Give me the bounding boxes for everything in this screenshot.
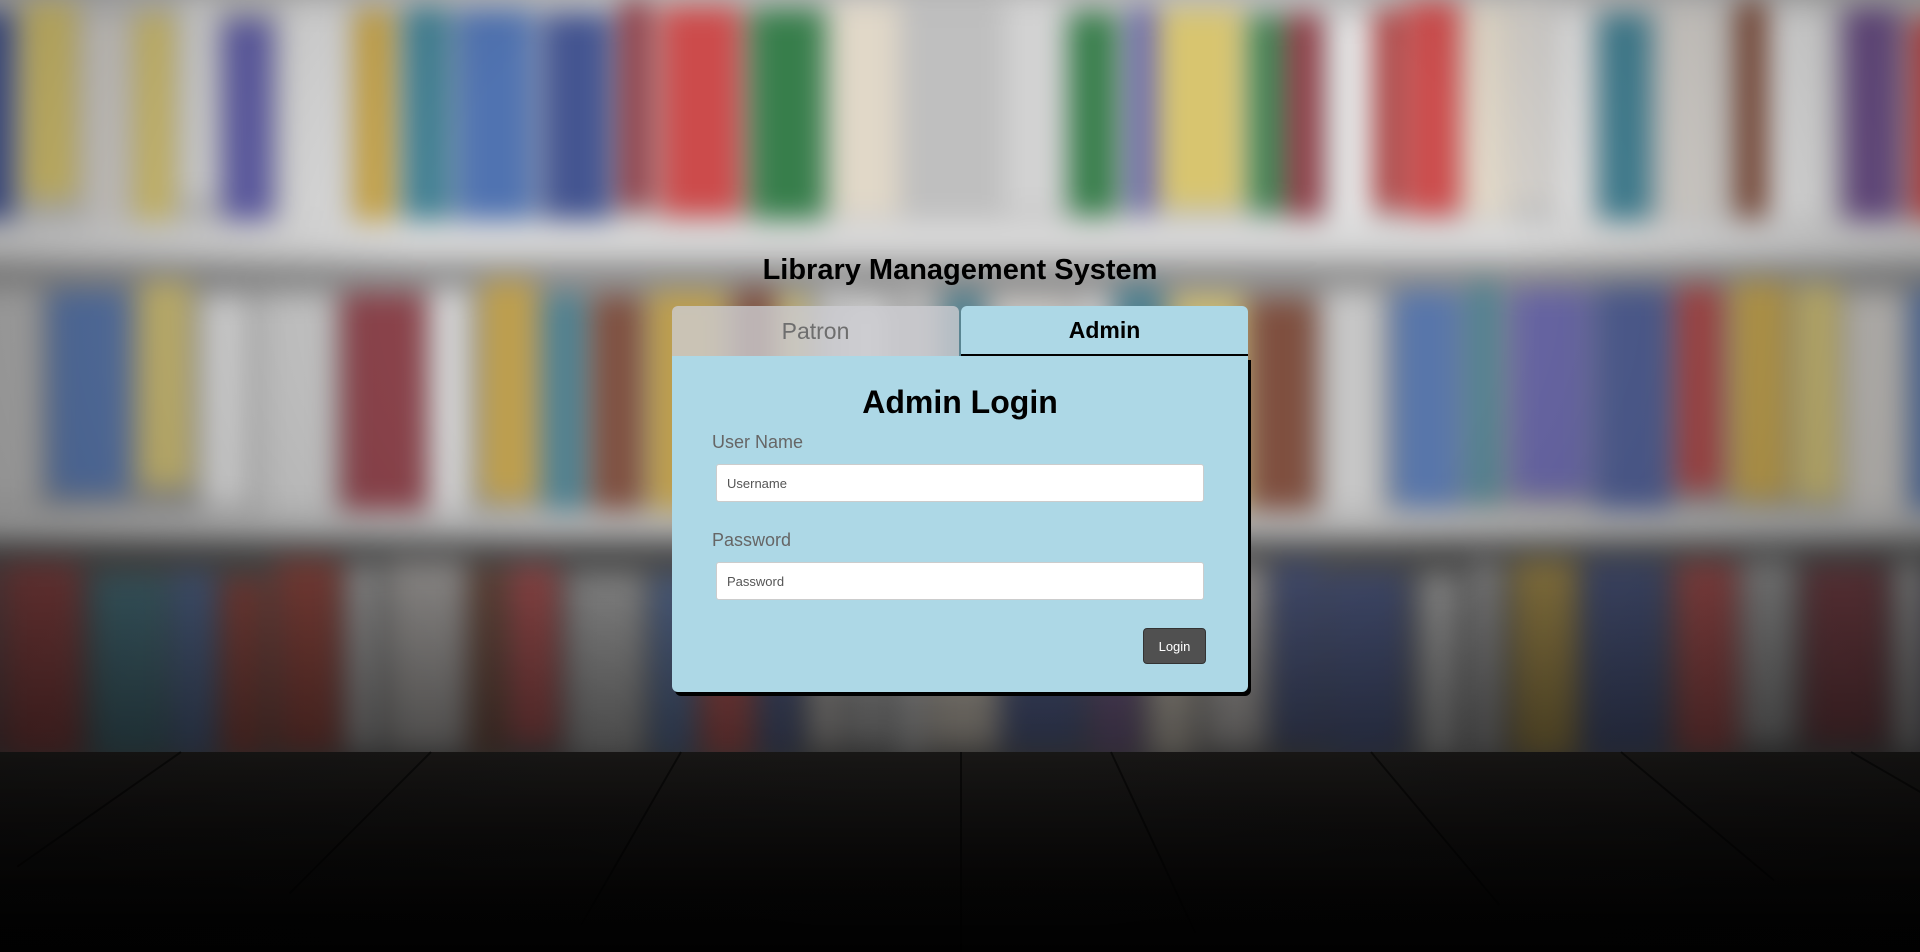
tab-admin[interactable]: Admin — [961, 306, 1248, 356]
username-input[interactable] — [716, 464, 1204, 502]
login-tabs: Patron Admin — [672, 306, 1248, 356]
password-input[interactable] — [716, 562, 1204, 600]
username-label: User Name — [712, 432, 804, 452]
form-heading: Admin Login — [862, 384, 1058, 420]
password-label: Password — [712, 530, 792, 550]
page-title: Library Management System — [762, 254, 1158, 286]
admin-login-form: Admin Login User Name Password Login — [672, 356, 1248, 692]
login-button[interactable]: Login — [1143, 628, 1206, 664]
tab-patron[interactable]: Patron — [672, 306, 959, 356]
login-panel: Patron Admin Admin Login User Name Passw… — [672, 306, 1248, 692]
